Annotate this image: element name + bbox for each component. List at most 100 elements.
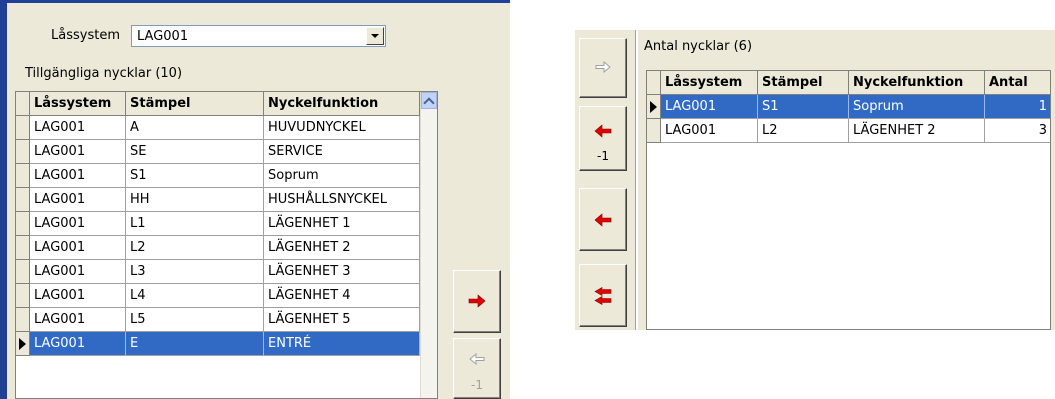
remove-key-button[interactable] <box>579 188 627 251</box>
remove-one-disabled-button[interactable]: -1 <box>453 338 501 399</box>
cell-system[interactable]: LAG001 <box>30 332 126 356</box>
cell-stamp[interactable]: SE <box>126 140 264 164</box>
cell-function[interactable]: LÄGENHET 4 <box>264 284 420 308</box>
table-row[interactable]: LAG001 L5 LÄGENHET 5 <box>16 308 420 332</box>
cell-stamp[interactable]: E <box>126 332 264 356</box>
cell-count[interactable]: 3 <box>985 119 1050 143</box>
cell-count[interactable]: 1 <box>985 95 1050 119</box>
cell-function[interactable]: LÄGENHET 5 <box>264 308 420 332</box>
arrow-right-red-icon <box>468 294 486 308</box>
remove-all-button[interactable] <box>579 264 627 327</box>
cell-system[interactable]: LAG001 <box>30 260 126 284</box>
row-indicator-header <box>16 92 30 116</box>
cell-stamp[interactable]: S1 <box>758 95 849 119</box>
cell-function[interactable]: HUSHÅLLSNYCKEL <box>264 188 420 212</box>
table-row[interactable]: LAG001 S1 Soprum <box>16 164 420 188</box>
cell-stamp[interactable]: A <box>126 116 264 140</box>
current-row-icon <box>19 338 26 350</box>
lock-system-value: LAG001 <box>137 29 189 44</box>
lock-system-select[interactable]: LAG001 <box>131 25 386 47</box>
table-row[interactable]: LAG001 L4 LÄGENHET 4 <box>16 284 420 308</box>
table-row[interactable]: LAG001 S1 Soprum 1 <box>647 95 1050 119</box>
remove-one-button[interactable]: -1 <box>579 106 627 171</box>
arrow-left-outline-icon <box>469 353 485 365</box>
cell-system[interactable]: LAG001 <box>30 308 126 332</box>
column-header-system[interactable]: Låssystem <box>30 92 126 116</box>
row-indicator[interactable] <box>647 119 661 143</box>
cell-function[interactable]: LÄGENHET 3 <box>264 260 420 284</box>
add-key-button[interactable] <box>453 270 501 333</box>
panel-left-border <box>0 0 7 399</box>
cell-function[interactable]: Soprum <box>849 95 985 119</box>
cell-stamp[interactable]: S1 <box>126 164 264 188</box>
row-indicator[interactable] <box>16 260 30 284</box>
cell-system[interactable]: LAG001 <box>30 116 126 140</box>
column-header-stamp[interactable]: Stämpel <box>126 92 264 116</box>
selected-keys-table[interactable]: Låssystem Stämpel Nyckelfunktion Antal L… <box>646 70 1051 330</box>
cell-function[interactable]: HUVUDNYCKEL <box>264 116 420 140</box>
available-keys-panel: Låssystem LAG001 Tillgängliga nycklar (1… <box>0 0 510 399</box>
cell-system[interactable]: LAG001 <box>30 212 126 236</box>
row-indicator[interactable] <box>16 212 30 236</box>
available-keys-table[interactable]: Låssystem Stämpel Nyckelfunktion LAG001 A… <box>15 91 438 399</box>
cell-system[interactable]: LAG001 <box>30 236 126 260</box>
table-row[interactable]: LAG001 SE SERVICE <box>16 140 420 164</box>
table-row[interactable]: LAG001 HH HUSHÅLLSNYCKEL <box>16 188 420 212</box>
column-header-function[interactable]: Nyckelfunktion <box>849 71 985 95</box>
cell-function[interactable]: LÄGENHET 1 <box>264 212 420 236</box>
lock-system-label: Låssystem <box>51 28 120 43</box>
move-right-disabled-button[interactable] <box>579 38 627 98</box>
table-row[interactable]: LAG001 A HUVUDNYCKEL <box>16 116 420 140</box>
cell-stamp[interactable]: L2 <box>126 236 264 260</box>
remove-one-label: -1 <box>597 149 609 163</box>
column-header-function[interactable]: Nyckelfunktion <box>264 92 420 116</box>
cell-function[interactable]: LÄGENHET 2 <box>849 119 985 143</box>
table-row[interactable]: LAG001 L1 LÄGENHET 1 <box>16 212 420 236</box>
selected-keys-panel: -1 Antal nycklar (6) Låssystem Stämpel N… <box>575 30 1055 330</box>
chevron-down-icon[interactable] <box>366 27 384 45</box>
panel-divider <box>635 30 638 330</box>
cell-function[interactable]: ENTRÉ <box>264 332 420 356</box>
cell-stamp[interactable]: L2 <box>758 119 849 143</box>
table-row[interactable]: LAG001 L2 LÄGENHET 2 <box>16 236 420 260</box>
double-arrow-left-red-icon <box>594 287 612 305</box>
cell-system[interactable]: LAG001 <box>30 164 126 188</box>
table-row[interactable]: LAG001 L3 LÄGENHET 3 <box>16 260 420 284</box>
cell-system[interactable]: LAG001 <box>30 140 126 164</box>
cell-system[interactable]: LAG001 <box>30 188 126 212</box>
vertical-scrollbar[interactable] <box>420 92 437 398</box>
table-row[interactable]: LAG001 L2 LÄGENHET 23 <box>647 119 1050 143</box>
table-header: Låssystem Stämpel Nyckelfunktion Antal <box>647 71 1050 95</box>
cell-stamp[interactable]: HH <box>126 188 264 212</box>
row-indicator-header <box>647 71 661 95</box>
column-header-count[interactable]: Antal <box>985 71 1050 95</box>
arrow-left-red-icon <box>594 124 612 138</box>
arrow-right-outline-icon <box>595 61 611 73</box>
cell-stamp[interactable]: L3 <box>126 260 264 284</box>
cell-function[interactable]: Soprum <box>264 164 420 188</box>
row-indicator[interactable] <box>16 116 30 140</box>
column-header-stamp[interactable]: Stämpel <box>758 71 849 95</box>
remove-one-label: -1 <box>471 378 483 392</box>
row-indicator[interactable] <box>16 140 30 164</box>
cell-stamp[interactable]: L1 <box>126 212 264 236</box>
cell-system[interactable]: LAG001 <box>661 95 758 119</box>
panel-top-border <box>0 0 510 3</box>
row-indicator[interactable] <box>16 284 30 308</box>
row-indicator[interactable] <box>16 308 30 332</box>
cell-stamp[interactable]: L5 <box>126 308 264 332</box>
cell-system[interactable]: LAG001 <box>661 119 758 143</box>
scroll-up-icon[interactable] <box>421 92 437 109</box>
available-keys-label: Tillgängliga nycklar (10) <box>25 66 183 81</box>
row-indicator[interactable] <box>647 95 661 119</box>
row-indicator[interactable] <box>16 188 30 212</box>
row-indicator[interactable] <box>16 164 30 188</box>
table-row[interactable]: LAG001 E ENTRÉ <box>16 332 420 356</box>
row-indicator[interactable] <box>16 236 30 260</box>
cell-function[interactable]: LÄGENHET 2 <box>264 236 420 260</box>
cell-function[interactable]: SERVICE <box>264 140 420 164</box>
row-indicator[interactable] <box>16 332 30 356</box>
cell-stamp[interactable]: L4 <box>126 284 264 308</box>
column-header-system[interactable]: Låssystem <box>661 71 758 95</box>
cell-system[interactable]: LAG001 <box>30 284 126 308</box>
